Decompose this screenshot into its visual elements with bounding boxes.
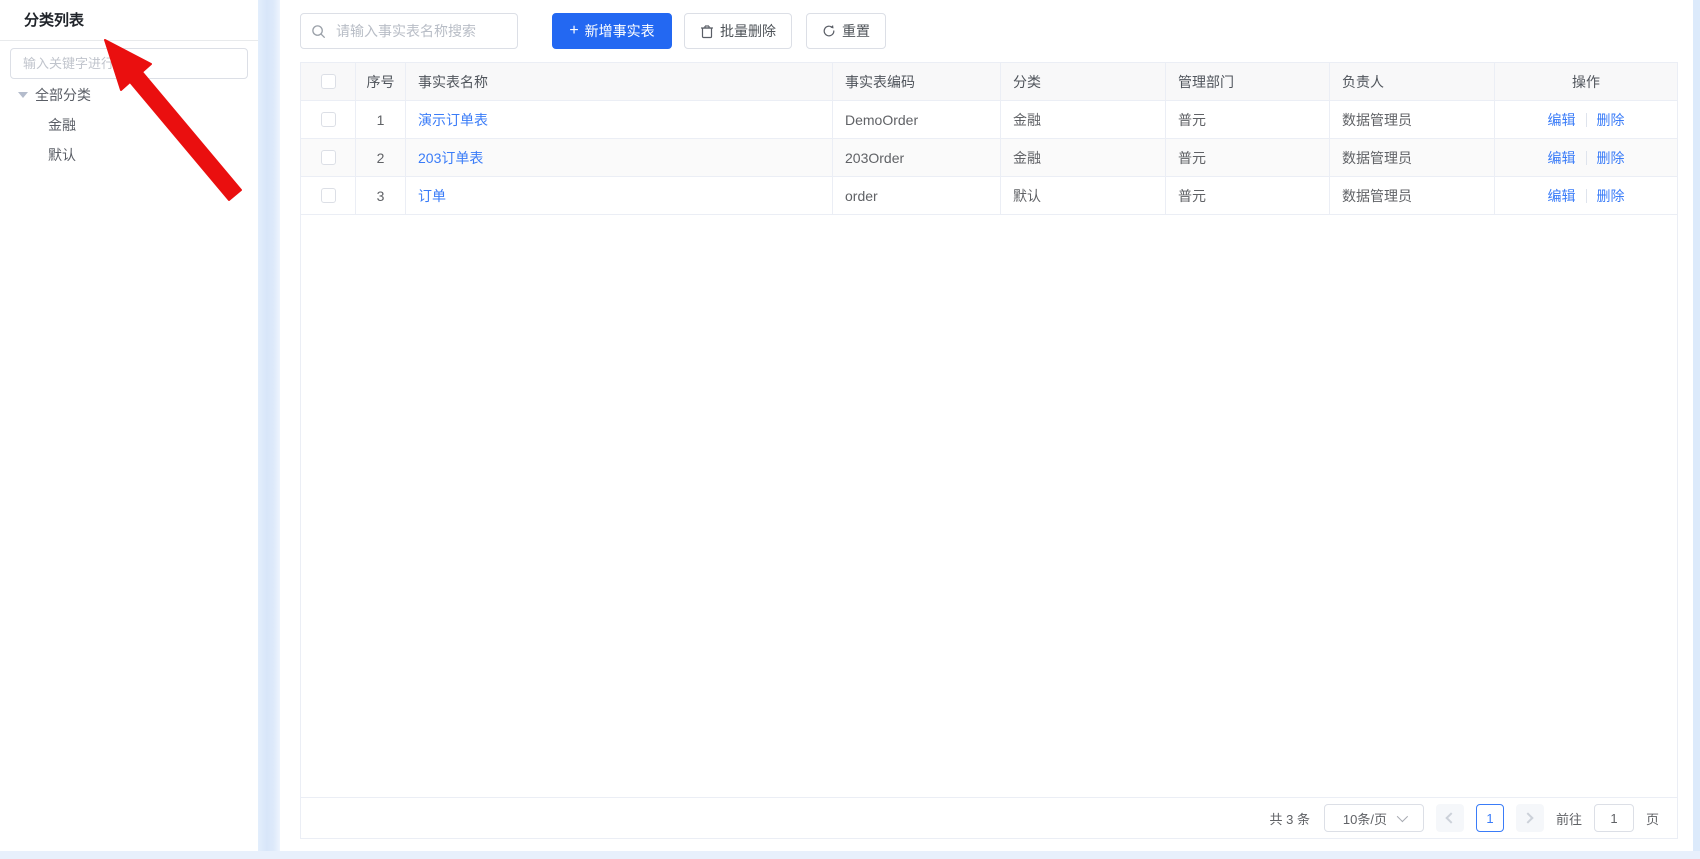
goto-label: 前往 bbox=[1555, 811, 1582, 827]
table-row: 3 订单 order 默认 普元 数据管理员 编辑 删除 bbox=[301, 177, 1677, 215]
header-category: 分类 bbox=[1001, 63, 1166, 100]
header-actions: 操作 bbox=[1572, 73, 1600, 90]
row-checkbox[interactable] bbox=[320, 150, 336, 165]
reset-label: 重置 bbox=[842, 23, 870, 39]
sidebar-main-divider-strip bbox=[258, 0, 280, 851]
action-separator bbox=[1585, 112, 1587, 127]
plus-icon: + bbox=[569, 21, 579, 39]
row-owner: 数据管理员 bbox=[1330, 101, 1495, 138]
fact-table-search-box[interactable] bbox=[300, 13, 518, 49]
header-department: 管理部门 bbox=[1166, 63, 1330, 100]
batch-delete-button[interactable]: 批量删除 bbox=[684, 13, 792, 49]
page-size-select[interactable]: 10条/页 bbox=[1323, 804, 1424, 832]
fact-table-name-link[interactable]: 演示订单表 bbox=[418, 110, 488, 130]
add-fact-table-button[interactable]: + 新增事实表 bbox=[552, 13, 672, 49]
goto-page-suffix: 页 bbox=[1645, 811, 1659, 827]
tree-node-finance[interactable]: 金融 bbox=[0, 110, 258, 140]
page-number-button[interactable]: 1 bbox=[1475, 804, 1504, 832]
caret-down-icon[interactable] bbox=[18, 92, 28, 98]
edit-link[interactable]: 编辑 bbox=[1548, 110, 1576, 130]
row-category: 金融 bbox=[1001, 101, 1166, 138]
tree-node-all-categories[interactable]: 全部分类 bbox=[0, 80, 258, 110]
row-code: order bbox=[833, 177, 1001, 214]
action-separator bbox=[1585, 188, 1587, 203]
row-checkbox[interactable] bbox=[320, 112, 336, 127]
row-owner: 数据管理员 bbox=[1330, 139, 1495, 176]
table-row: 1 演示订单表 DemoOrder 金融 普元 数据管理员 编辑 删除 bbox=[301, 101, 1677, 139]
row-index: 3 bbox=[356, 177, 406, 214]
main-content: + 新增事实表 批量删除 重置 bbox=[280, 0, 1693, 851]
row-category: 默认 bbox=[1001, 177, 1166, 214]
header-code: 事实表编码 bbox=[833, 63, 1001, 100]
fact-table-name-link[interactable]: 203订单表 bbox=[418, 148, 483, 168]
right-edge-strip bbox=[1693, 0, 1700, 851]
prev-page-button[interactable] bbox=[1435, 804, 1464, 832]
header-name: 事实表名称 bbox=[406, 63, 833, 100]
reset-button[interactable]: 重置 bbox=[806, 13, 886, 49]
row-owner: 数据管理员 bbox=[1330, 177, 1495, 214]
delete-link[interactable]: 删除 bbox=[1597, 186, 1625, 206]
row-department: 普元 bbox=[1166, 101, 1330, 138]
sidebar-divider bbox=[0, 40, 258, 41]
edit-link[interactable]: 编辑 bbox=[1548, 186, 1576, 206]
bottom-edge-strip bbox=[0, 851, 1700, 859]
pagination-bar: 共 3 条 10条/页 1 前往 页 bbox=[301, 797, 1677, 838]
search-icon bbox=[312, 24, 325, 38]
action-separator bbox=[1585, 150, 1587, 165]
delete-link[interactable]: 删除 bbox=[1597, 110, 1625, 130]
table-header-row: 序号 事实表名称 事实表编码 分类 管理部门 负责人 操作 bbox=[301, 63, 1677, 101]
row-department: 普元 bbox=[1166, 177, 1330, 214]
row-index: 2 bbox=[356, 139, 406, 176]
chevron-left-icon bbox=[1445, 812, 1458, 824]
trash-icon bbox=[701, 24, 713, 38]
delete-link[interactable]: 删除 bbox=[1597, 148, 1625, 168]
select-all-checkbox[interactable] bbox=[320, 74, 336, 89]
category-sidebar: 分类列表 全部分类 金融 默认 bbox=[0, 0, 258, 851]
row-department: 普元 bbox=[1166, 139, 1330, 176]
chevron-down-icon bbox=[1396, 810, 1409, 823]
tree-node-default[interactable]: 默认 bbox=[0, 140, 258, 170]
pagination-total: 共 3 条 bbox=[1269, 811, 1310, 827]
chevron-right-icon bbox=[1522, 812, 1535, 824]
row-code: DemoOrder bbox=[833, 101, 1001, 138]
batch-delete-label: 批量删除 bbox=[720, 23, 776, 39]
page-size-value: 10条/页 bbox=[1342, 811, 1387, 827]
sidebar-title: 分类列表 bbox=[24, 12, 85, 29]
fact-table-search-input[interactable] bbox=[334, 22, 507, 40]
fact-table-container: 序号 事实表名称 事实表编码 分类 管理部门 负责人 操作 1 演示订单表 De… bbox=[300, 62, 1678, 839]
fact-table-name-link[interactable]: 订单 bbox=[418, 186, 446, 206]
fact-table-management-page: 分类列表 全部分类 金融 默认 bbox=[0, 0, 1700, 859]
tree-node-label: 默认 bbox=[48, 147, 76, 163]
header-index: 序号 bbox=[356, 63, 406, 100]
category-filter-input[interactable] bbox=[10, 48, 248, 79]
header-select-all-cell bbox=[301, 63, 356, 100]
goto-page-input[interactable] bbox=[1593, 804, 1634, 832]
next-page-button[interactable] bbox=[1515, 804, 1544, 832]
tree-node-label: 金融 bbox=[48, 117, 76, 133]
edit-link[interactable]: 编辑 bbox=[1548, 148, 1576, 168]
row-index: 1 bbox=[356, 101, 406, 138]
row-code: 203Order bbox=[833, 139, 1001, 176]
category-tree: 全部分类 金融 默认 bbox=[0, 80, 258, 170]
header-owner: 负责人 bbox=[1330, 63, 1495, 100]
tree-node-label: 全部分类 bbox=[35, 87, 91, 103]
toolbar: + 新增事实表 批量删除 重置 bbox=[300, 13, 1680, 49]
row-category: 金融 bbox=[1001, 139, 1166, 176]
add-fact-table-label: 新增事实表 bbox=[584, 23, 655, 39]
refresh-icon bbox=[823, 25, 835, 37]
row-checkbox[interactable] bbox=[320, 188, 336, 203]
table-row: 2 203订单表 203Order 金融 普元 数据管理员 编辑 删除 bbox=[301, 139, 1677, 177]
